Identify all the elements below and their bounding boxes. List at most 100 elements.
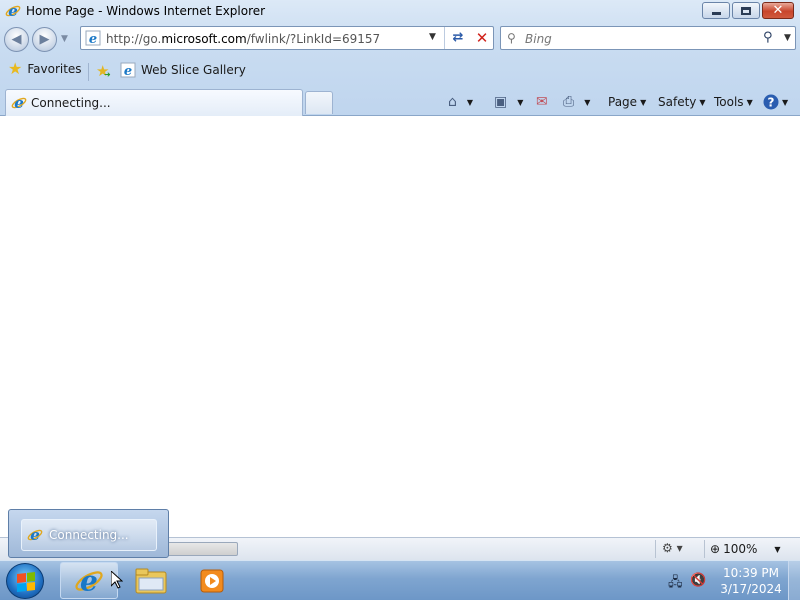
- chevron-down-icon: ▼: [746, 97, 753, 107]
- svg-text:e: e: [8, 3, 18, 19]
- safety-menu-label: Safety: [658, 95, 697, 109]
- address-url[interactable]: http://go.microsoft.com/fwlink/?LinkId=6…: [106, 32, 380, 46]
- media-player-icon: [200, 569, 224, 592]
- minimize-icon: [711, 11, 721, 15]
- web-slice-gallery-link[interactable]: e Web Slice Gallery: [120, 62, 246, 78]
- svg-text:e: e: [14, 95, 24, 111]
- close-button[interactable]: ✕: [762, 2, 794, 19]
- folder-icon: [135, 568, 167, 593]
- back-button[interactable]: ◀: [4, 27, 29, 52]
- svg-text:e: e: [80, 566, 98, 596]
- new-tab-button[interactable]: [305, 91, 333, 114]
- compatibility-view-button[interactable]: ⇄: [449, 30, 467, 46]
- network-icon[interactable]: 🖧: [668, 573, 683, 595]
- window-title: Home Page - Windows Internet Explorer: [26, 4, 266, 18]
- loading-page-icon: e: [11, 95, 27, 111]
- stop-button[interactable]: ✕: [473, 29, 491, 47]
- search-input[interactable]: Bing: [525, 32, 552, 46]
- security-zone-icon[interactable]: ⚙ ▾: [662, 541, 683, 555]
- favorites-star-icon: ★: [8, 59, 23, 78]
- ie-icon: e: [75, 566, 103, 596]
- thumbnail-item[interactable]: e Connecting...: [21, 519, 157, 551]
- tab-label: Connecting...: [31, 96, 111, 110]
- status-divider: [704, 540, 705, 558]
- loading-progress-bar: [160, 542, 238, 556]
- web-slice-label: Web Slice Gallery: [141, 63, 246, 77]
- restore-icon: [741, 6, 751, 15]
- feeds-button[interactable]: ▣ ▼: [494, 92, 523, 112]
- home-dropdown-icon[interactable]: ▼: [467, 98, 473, 107]
- page-menu-label: Page: [608, 95, 638, 109]
- favorites-button[interactable]: ★ Favorites: [8, 61, 82, 77]
- page-icon: e: [85, 30, 101, 46]
- chevron-down-icon: ▼: [640, 97, 647, 107]
- url-prefix: http://go.: [106, 32, 162, 46]
- zoom-control[interactable]: ⊕ 100% ▼: [710, 542, 781, 556]
- mouse-cursor-icon: [111, 571, 123, 589]
- search-icon[interactable]: ⚲: [763, 30, 773, 45]
- svg-text:e: e: [124, 64, 132, 78]
- volume-muted-icon[interactable]: 🔇: [690, 573, 706, 588]
- web-slice-icon: e: [120, 62, 136, 78]
- printer-icon: ⎙: [563, 94, 575, 110]
- taskbar-ie[interactable]: e: [60, 562, 118, 599]
- recent-pages-dropdown[interactable]: ▼: [61, 34, 68, 44]
- start-button[interactable]: [6, 563, 44, 599]
- close-icon: ✕: [772, 3, 784, 18]
- zoom-level: 100%: [723, 542, 758, 556]
- title-bar: e Home Page - Windows Internet Explorer …: [0, 0, 800, 24]
- ie-icon: e: [5, 3, 21, 19]
- address-bar[interactable]: e http://go.microsoft.com/fwlink/?LinkId…: [80, 26, 494, 50]
- address-divider: [444, 27, 445, 49]
- favorites-bar: ★ Favorites ★ ➜ e Web Slice Gallery: [0, 58, 800, 86]
- print-button[interactable]: ⎙ ▼: [563, 92, 590, 112]
- forward-arrow-icon: ▶: [39, 32, 50, 47]
- url-path: /fwlink/?LinkId=69157: [246, 32, 381, 46]
- clock-date: 3/17/2024: [720, 582, 782, 596]
- search-options-dropdown[interactable]: ▼: [784, 33, 791, 43]
- chevron-down-icon: ▼: [699, 97, 706, 107]
- favorites-divider: [88, 63, 89, 81]
- add-arrow-icon: ➜: [104, 70, 111, 79]
- address-dropdown-icon[interactable]: ▼: [429, 32, 436, 42]
- read-mail-button[interactable]: ✉: [536, 92, 548, 112]
- home-icon: ⌂: [448, 94, 457, 110]
- browser-chrome: e Home Page - Windows Internet Explorer …: [0, 0, 800, 116]
- safety-menu[interactable]: Safety ▼: [658, 92, 706, 112]
- help-button[interactable]: ? ▼: [763, 92, 788, 112]
- navigation-bar: ◀ ▶ ▼ e http://go.microsoft.com/fwlink/?…: [0, 25, 800, 53]
- windows-logo-icon: [17, 572, 35, 592]
- help-dropdown-icon[interactable]: ▼: [782, 98, 788, 107]
- zoom-icon: ⊕: [710, 542, 721, 556]
- tab-row: e Connecting... ⌂ ▼ ▣ ▼ ✉ ⎙ ▼ Page ▼ Safety ▼…: [0, 88, 800, 116]
- ie-icon: e: [27, 527, 43, 543]
- mail-icon: ✉: [536, 94, 548, 110]
- back-arrow-icon: ◀: [11, 32, 22, 47]
- svg-text:e: e: [89, 32, 97, 46]
- tools-menu-label: Tools: [714, 95, 744, 109]
- system-tray: 🖧 🔇 10:39 PM 3/17/2024: [660, 561, 800, 600]
- page-menu[interactable]: Page ▼: [608, 92, 646, 112]
- show-desktop-button[interactable]: [788, 561, 800, 600]
- thumbnail-label: Connecting...: [49, 528, 129, 542]
- svg-text:?: ?: [768, 96, 775, 110]
- maximize-button[interactable]: [732, 2, 760, 19]
- feeds-dropdown-icon[interactable]: ▼: [517, 98, 523, 107]
- minimize-button[interactable]: [702, 2, 730, 19]
- search-box[interactable]: ⚲ Bing ⚲ ▼: [500, 26, 796, 50]
- favorites-label: Favorites: [27, 62, 82, 76]
- taskbar-media-player[interactable]: [183, 562, 241, 599]
- clock[interactable]: 10:39 PM 3/17/2024: [712, 565, 790, 597]
- page-content: [0, 116, 800, 537]
- taskbar-thumbnail-popup[interactable]: e Connecting...: [8, 509, 169, 558]
- tools-menu[interactable]: Tools ▼: [714, 92, 753, 112]
- help-icon: ?: [763, 94, 779, 110]
- taskbar-explorer[interactable]: [122, 562, 180, 599]
- zoom-dropdown-icon[interactable]: ▼: [774, 545, 780, 554]
- home-button[interactable]: ⌂ ▼: [448, 92, 473, 112]
- print-dropdown-icon[interactable]: ▼: [584, 98, 590, 107]
- window-controls: ✕: [702, 2, 794, 19]
- tab-home-page[interactable]: e Connecting...: [5, 89, 303, 116]
- bing-icon: ⚲: [507, 31, 516, 45]
- forward-button[interactable]: ▶: [32, 27, 57, 52]
